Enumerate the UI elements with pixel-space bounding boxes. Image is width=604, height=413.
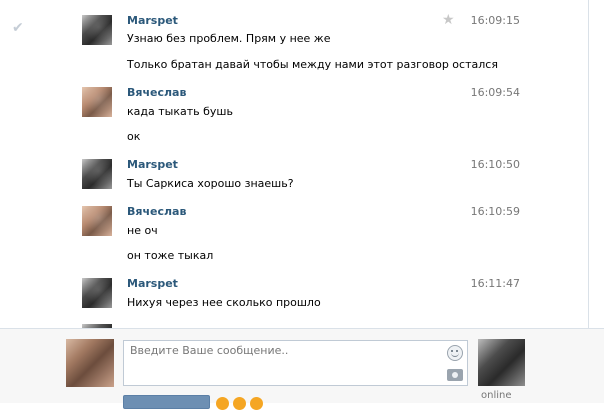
send-button[interactable]: [123, 395, 210, 409]
message-input-box: [123, 340, 468, 387]
author-avatar[interactable]: [82, 159, 112, 189]
emoji-shortcuts: [216, 397, 267, 413]
emoji-icon[interactable]: [250, 397, 263, 410]
emoji-icon[interactable]: [447, 345, 463, 361]
author-avatar[interactable]: [82, 206, 112, 236]
message-time[interactable]: 16:10:59: [471, 205, 520, 218]
camera-icon[interactable]: [447, 369, 463, 381]
author-name[interactable]: Вячеслав: [127, 86, 186, 99]
message-text: не оч: [127, 224, 158, 237]
my-avatar[interactable]: [66, 339, 114, 387]
author-avatar[interactable]: [82, 15, 112, 45]
message-text: Узнаю без проблем. Прям у нее же: [127, 32, 331, 45]
message-text: Ты Саркиса хорошо знаешь?: [127, 177, 294, 190]
scrollbar-track[interactable]: [589, 0, 604, 328]
author-name[interactable]: Вячеслав: [127, 205, 186, 218]
message-time[interactable]: 16:09:54: [471, 86, 520, 99]
message-text: Только братан давай чтобы между нами это…: [127, 58, 498, 71]
message-list: ✔ Marspet ★ 16:09:15 Узнаю без проблем. …: [0, 0, 589, 328]
author-name[interactable]: Marspet: [127, 277, 178, 290]
author-avatar[interactable]: [82, 87, 112, 117]
online-status: online: [481, 390, 512, 401]
message-time[interactable]: 16:10:50: [471, 158, 520, 171]
message-text: када тыкать бушь: [127, 105, 233, 118]
author-avatar[interactable]: [82, 278, 112, 308]
emoji-icon[interactable]: [216, 397, 229, 410]
message-time[interactable]: 16:09:15: [471, 14, 520, 27]
message-input[interactable]: [124, 341, 446, 387]
emoji-icon[interactable]: [233, 397, 246, 410]
message-composer: online: [0, 328, 604, 410]
star-icon[interactable]: ★: [442, 13, 456, 27]
author-name[interactable]: Marspet: [127, 14, 178, 27]
message-history[interactable]: ✔ Marspet ★ 16:09:15 Узнаю без проблем. …: [0, 0, 604, 328]
message-text: он тоже тыкал: [127, 249, 214, 262]
message-text: ок: [127, 130, 141, 143]
message-time[interactable]: 16:11:47: [471, 277, 520, 290]
check-icon: ✔: [12, 20, 24, 36]
recipient-avatar[interactable]: [478, 339, 525, 386]
message-text: Нихуя через нее сколько прошло: [127, 296, 321, 309]
author-name[interactable]: Marspet: [127, 158, 178, 171]
